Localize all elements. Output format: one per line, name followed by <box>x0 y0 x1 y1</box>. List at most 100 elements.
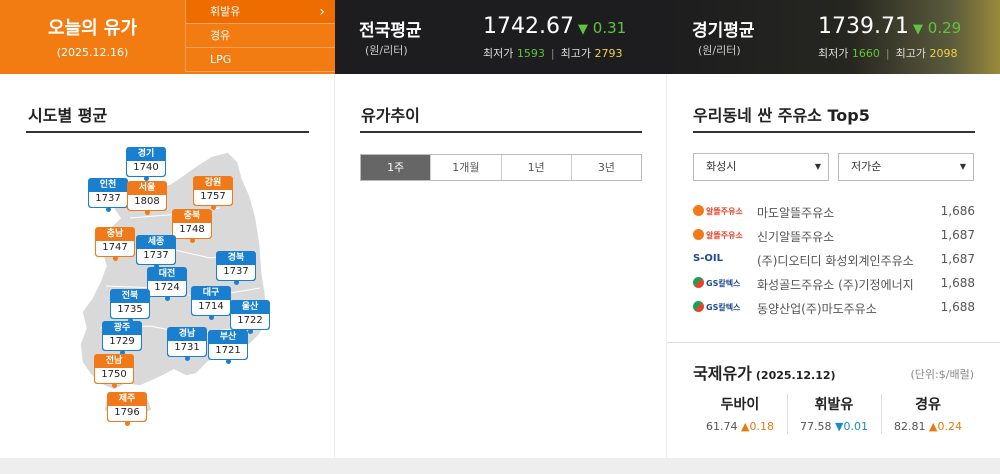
down-triangle-icon: ▼ <box>913 22 923 37</box>
regional-average-panel: 시도별 평균 경기 1740 인천 1737 서울 1808 강원 1757 충북 1748 충남 1… <box>0 74 334 458</box>
region-marker[interactable]: 경기 1740 <box>126 147 166 181</box>
station-name[interactable]: (주)디오티디 화성외계인주유소 <box>757 252 914 269</box>
international-oil-date: (2025.12.12) <box>755 369 836 382</box>
region-name: 광주 <box>103 322 141 335</box>
fuel-type-tabs: 휘발유 › 경유 LPG <box>185 0 335 74</box>
unit-label: (단위:$/배럴) <box>910 368 974 381</box>
region-price: 1796 <box>108 406 146 421</box>
region-name: 부산 <box>209 331 247 344</box>
station-price: 1,686 <box>940 204 975 218</box>
min-price: 1660 <box>851 47 880 60</box>
region-name: 울산 <box>231 301 269 314</box>
trend-period-tabs: 1주 1개월 1년 3년 <box>360 154 642 181</box>
region-price: 1808 <box>128 195 166 210</box>
city-select[interactable]: 화성시 ▼ <box>693 153 829 181</box>
station-row[interactable]: 알뜰주유소 마도알뜰주유소 1,686 <box>693 200 975 224</box>
region-name: 전북 <box>111 290 149 303</box>
panel-title: 우리동네 싼 주유소 Top5 <box>693 106 870 125</box>
national-average-price: 1742.67 <box>483 14 574 39</box>
min-price: 1593 <box>516 47 545 60</box>
region-name: 대전 <box>148 268 186 281</box>
region-marker[interactable]: 경남 1731 <box>167 327 207 361</box>
region-marker[interactable]: 울산 1722 <box>230 300 270 334</box>
region-price: 1750 <box>95 368 133 383</box>
panel-title: 시도별 평균 <box>28 106 108 125</box>
region-marker[interactable]: 세종 1737 <box>136 235 176 269</box>
chevron-right-icon: › <box>319 4 325 20</box>
region-name: 충북 <box>173 210 211 223</box>
station-row[interactable]: GS칼텍스 화성골드주유소 (주)기정에너지 1,688 <box>693 272 975 296</box>
dropdown-arrow-icon: ▼ <box>814 162 821 171</box>
region-name: 서울 <box>128 182 166 195</box>
region-marker[interactable]: 경북 1737 <box>216 251 256 285</box>
station-row[interactable]: S-OIL (주)디오티디 화성외계인주유소 1,687 <box>693 248 975 272</box>
region-marker[interactable]: 제주 1796 <box>107 392 147 426</box>
station-name[interactable]: 동양산업(주)마도주유소 <box>757 300 877 317</box>
region-marker[interactable]: 강원 1757 <box>193 176 233 210</box>
station-price: 1,687 <box>940 228 975 242</box>
price-change: ▼ 0.31 <box>578 19 627 37</box>
region-marker[interactable]: 전남 1750 <box>94 354 134 388</box>
region-marker[interactable]: 광주 1729 <box>102 321 142 355</box>
unit-label: (원/리터) <box>365 44 408 57</box>
region-marker[interactable]: 인천 1737 <box>88 178 128 212</box>
gyeonggi-average: 경기평균 (원/리터) 1739.71 ▼ 0.29 최저가 1660 | 최고가 … <box>668 0 1000 74</box>
today-price-box: 오늘의 유가 (2025.12.16) <box>0 0 185 74</box>
national-average-label: 전국평균 <box>359 21 422 41</box>
region-marker[interactable]: 충북 1748 <box>172 209 212 243</box>
region-marker[interactable]: 충남 1747 <box>95 227 135 261</box>
station-name[interactable]: 마도알뜰주유소 <box>757 204 834 221</box>
region-name: 전남 <box>95 355 133 368</box>
max-price: 2793 <box>594 47 623 60</box>
station-row[interactable]: GS칼텍스 동양산업(주)마도주유소 1,688 <box>693 296 975 320</box>
region-price: 1757 <box>194 190 232 205</box>
station-name[interactable]: 화성골드주유소 (주)기정에너지 <box>757 276 914 293</box>
region-name: 대구 <box>192 287 230 300</box>
region-price: 1737 <box>137 249 175 264</box>
region-marker[interactable]: 대전 1724 <box>147 267 187 301</box>
tab-1-week[interactable]: 1주 <box>361 155 431 180</box>
price-trend-panel: 유가추이 1주 1개월 1년 3년 <box>335 74 666 458</box>
station-name[interactable]: 신기알뜰주유소 <box>757 228 834 245</box>
gyeonggi-average-price: 1739.71 <box>818 14 909 39</box>
panel-title: 유가추이 <box>361 106 420 125</box>
station-price: 1,687 <box>940 252 975 266</box>
gs-caltex-logo: GS칼텍스 <box>693 301 740 315</box>
tab-3-years[interactable]: 3년 <box>570 155 641 180</box>
region-price: 1731 <box>168 341 206 356</box>
bottom-bar <box>0 458 1000 474</box>
region-price: 1740 <box>127 161 165 176</box>
tab-1-month[interactable]: 1개월 <box>430 155 501 180</box>
region-marker[interactable]: 부산 1721 <box>208 330 248 364</box>
tab-lpg[interactable]: LPG <box>185 48 335 72</box>
tab-diesel[interactable]: 경유 <box>185 24 335 48</box>
top5-panel: 우리동네 싼 주유소 Top5 화성시 ▼ 저가순 ▼ 알뜰주유소 마도알뜰주유… <box>667 74 1000 458</box>
region-marker[interactable]: 대구 1714 <box>191 286 231 320</box>
intl-dubai: 두바이 61.74 ▲0.18 <box>706 397 774 433</box>
region-marker[interactable]: 서울 1808 <box>127 181 167 215</box>
min-max-prices: 최저가 1660 | 최고가 2098 <box>818 47 958 60</box>
tab-gasoline[interactable]: 휘발유 › <box>185 0 335 24</box>
sort-select[interactable]: 저가순 ▼ <box>838 153 974 181</box>
region-name: 인천 <box>89 179 127 192</box>
station-price: 1,688 <box>940 276 975 290</box>
region-price: 1722 <box>231 314 269 329</box>
region-marker[interactable]: 전북 1735 <box>110 289 150 323</box>
intl-diesel: 경유 82.81 ▲0.24 <box>894 397 962 433</box>
unit-label: (원/리터) <box>698 44 741 57</box>
gs-caltex-logo: GS칼텍스 <box>693 277 740 291</box>
down-triangle-icon: ▼ <box>578 22 588 37</box>
max-price: 2098 <box>929 47 958 60</box>
tab-1-year[interactable]: 1년 <box>500 155 571 180</box>
gyeonggi-average-label: 경기평균 <box>692 21 755 41</box>
region-name: 경북 <box>217 252 255 265</box>
altteul-logo: 알뜰주유소 <box>693 229 743 243</box>
price-change: ▼ 0.29 <box>913 19 962 37</box>
today-title: 오늘의 유가 <box>47 18 138 39</box>
top-bar: 오늘의 유가 (2025.12.16) 휘발유 › 경유 LPG 전국평균 (원… <box>0 0 1000 74</box>
region-price: 1714 <box>192 300 230 315</box>
region-price: 1724 <box>148 281 186 296</box>
min-max-prices: 최저가 1593 | 최고가 2793 <box>483 47 623 60</box>
station-row[interactable]: 알뜰주유소 신기알뜰주유소 1,687 <box>693 224 975 248</box>
region-price: 1748 <box>173 223 211 238</box>
